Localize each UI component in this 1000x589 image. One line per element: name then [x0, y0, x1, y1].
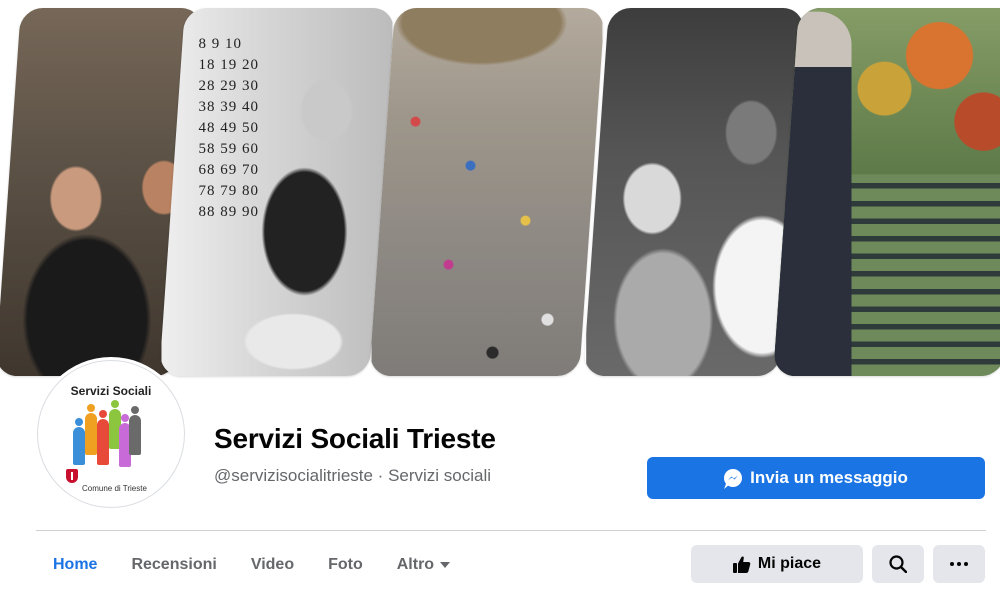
caret-down-icon [440, 562, 451, 568]
avatar-title: Servizi Sociali [70, 384, 152, 398]
search-button[interactable] [872, 545, 924, 583]
avatar-footer: Comune di Trieste [82, 484, 147, 493]
cover-photo[interactable]: 8 9 10 18 19 20 28 29 30 38 39 40 48 49 … [0, 0, 1000, 380]
cover-photo-panel-elderly [583, 8, 805, 376]
tab-video[interactable]: Video [234, 540, 311, 589]
bingo-card: 8 9 10 18 19 20 28 29 30 38 39 40 48 49 … [198, 36, 259, 220]
people-logo-icon [71, 400, 151, 477]
page-title: Servizi Sociali Trieste [214, 423, 496, 454]
search-icon [889, 555, 907, 573]
send-message-button[interactable]: Invia un messaggio [647, 457, 985, 499]
trieste-crest-icon [66, 469, 78, 483]
tab-more[interactable]: Altro [380, 540, 467, 589]
messenger-icon [724, 469, 743, 487]
tab-reviews[interactable]: Recensioni [114, 540, 233, 589]
profile-avatar[interactable]: Servizi Sociali Comune di Trieste [38, 361, 184, 507]
divider [36, 530, 986, 531]
more-dots-icon [950, 562, 968, 566]
send-message-label: Invia un messaggio [750, 468, 908, 487]
page-tabs: Home Recensioni Video Foto Altro [36, 540, 467, 589]
cover-photo-panel-bingo: 8 9 10 18 19 20 28 29 30 38 39 40 48 49 … [159, 8, 395, 376]
cover-photo-panel-festival [369, 8, 605, 376]
tab-home[interactable]: Home [36, 540, 114, 589]
page-handle: @servizisocialitrieste · Servizi sociali [214, 466, 492, 485]
thumbs-up-icon [732, 556, 751, 573]
cover-photo-panel-chess [773, 8, 1000, 376]
like-button[interactable]: Mi piace [691, 545, 863, 583]
like-label: Mi piace [757, 555, 822, 572]
more-options-button[interactable] [933, 545, 985, 583]
tab-photos[interactable]: Foto [311, 540, 380, 589]
